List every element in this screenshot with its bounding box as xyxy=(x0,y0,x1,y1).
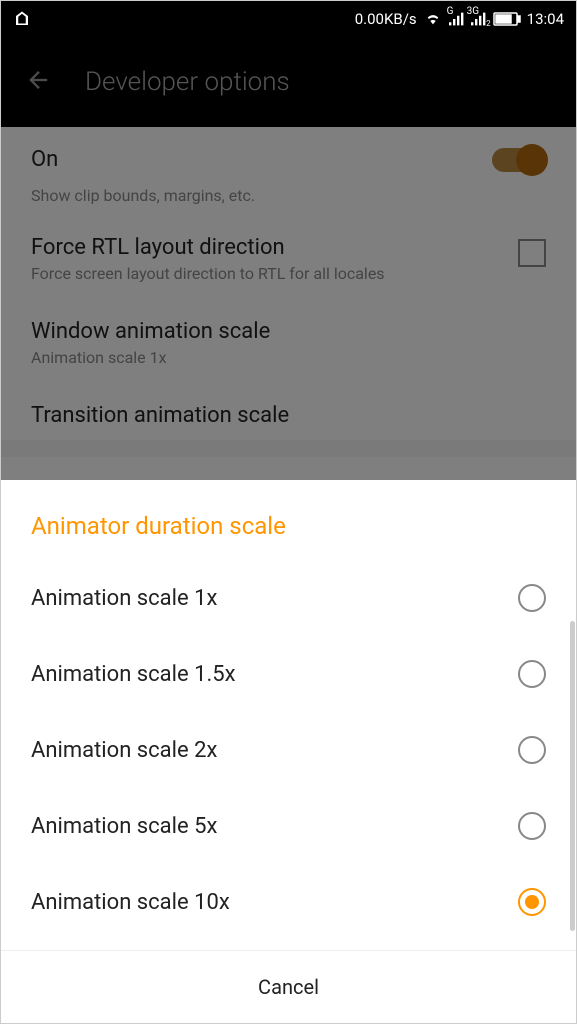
radio-option-10x[interactable]: Animation scale 10x xyxy=(1,864,576,940)
radio-option-5x[interactable]: Animation scale 5x xyxy=(1,788,576,864)
dialog-title: Animator duration scale xyxy=(1,512,576,560)
battery-icon xyxy=(493,12,521,26)
app-icon xyxy=(13,10,31,28)
scroll-indicator xyxy=(570,621,575,931)
radio-button-selected[interactable] xyxy=(518,888,546,916)
signal-g-icon: G xyxy=(449,12,465,26)
cancel-button[interactable]: Cancel xyxy=(1,950,576,1023)
radio-button[interactable] xyxy=(518,736,546,764)
radio-label: Animation scale 2x xyxy=(31,738,217,763)
radio-option-1x[interactable]: Animation scale 1x xyxy=(1,560,576,636)
radio-option-2x[interactable]: Animation scale 2x xyxy=(1,712,576,788)
radio-label: Animation scale 1.5x xyxy=(31,662,236,687)
wifi-icon xyxy=(423,11,443,27)
status-bar: 0.00KB/s G 3G 2 13:04 xyxy=(1,1,576,37)
radio-button[interactable] xyxy=(518,584,546,612)
radio-button[interactable] xyxy=(518,812,546,840)
signal-3g-icon: 3G 2 xyxy=(471,12,487,26)
clock: 13:04 xyxy=(527,10,564,28)
radio-label: Animation scale 10x xyxy=(31,890,230,915)
radio-option-1-5x[interactable]: Animation scale 1.5x xyxy=(1,636,576,712)
radio-label: Animation scale 5x xyxy=(31,814,217,839)
data-rate: 0.00KB/s xyxy=(355,10,417,28)
animator-scale-dialog: Animator duration scale Animation scale … xyxy=(1,480,576,1023)
radio-label: Animation scale 1x xyxy=(31,586,217,611)
radio-button[interactable] xyxy=(518,660,546,688)
